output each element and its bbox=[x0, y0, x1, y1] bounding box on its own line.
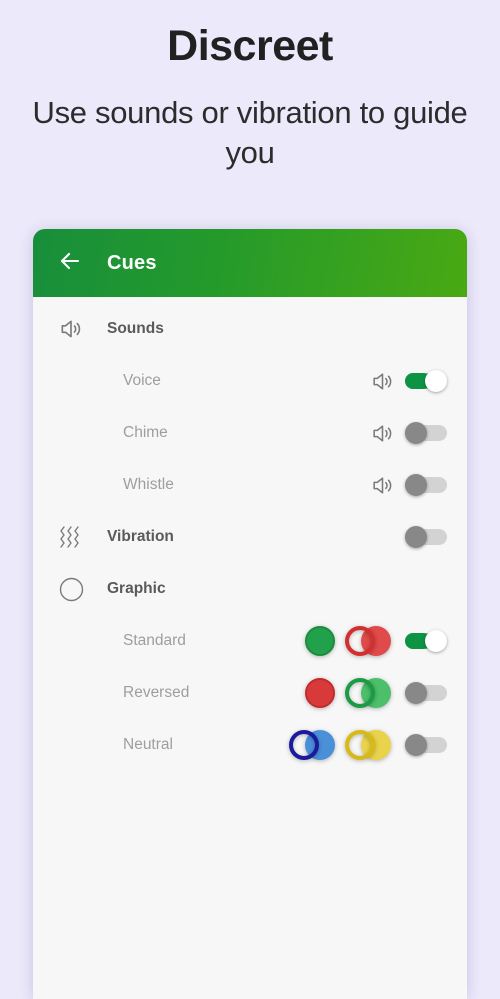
item-trailing-standard bbox=[305, 626, 467, 656]
toggle-thumb bbox=[425, 370, 447, 392]
item-trailing-reversed bbox=[305, 678, 467, 708]
promo-screenshot: Discreet Use sounds or vibration to guid… bbox=[0, 0, 500, 999]
vibration-waves-icon bbox=[51, 523, 91, 551]
item-label-chime: Chime bbox=[123, 424, 168, 441]
promo-title: Discreet bbox=[167, 22, 333, 70]
item-trailing-chime bbox=[359, 421, 467, 446]
section-label-graphic: Graphic bbox=[107, 580, 166, 597]
color-pucks-standard[interactable] bbox=[305, 626, 391, 656]
list-item-whistle[interactable]: Whistle bbox=[33, 459, 467, 511]
toggle-thumb bbox=[405, 682, 427, 704]
speaker-icon bbox=[51, 316, 91, 342]
puck-blue-ring-and-solid bbox=[289, 730, 335, 760]
puck-gold-ring-and-solid bbox=[345, 730, 391, 760]
list-item-standard[interactable]: Standard bbox=[33, 615, 467, 667]
circle-outline-icon bbox=[51, 576, 91, 603]
toggle-thumb bbox=[425, 630, 447, 652]
section-row-vibration[interactable]: Vibration bbox=[33, 511, 467, 563]
puck-red-solid bbox=[305, 678, 335, 708]
list-item-voice[interactable]: Voice bbox=[33, 355, 467, 407]
speaker-icon[interactable] bbox=[359, 421, 405, 446]
toggle-whistle[interactable] bbox=[405, 473, 447, 497]
section-row-graphic[interactable]: Graphic bbox=[33, 563, 467, 615]
list-item-neutral[interactable]: Neutral bbox=[33, 719, 467, 771]
toggle-thumb bbox=[405, 526, 427, 548]
puck-green-ring-and-solid bbox=[345, 678, 391, 708]
section-row-sounds[interactable]: Sounds bbox=[33, 303, 467, 355]
toggle-vibration[interactable] bbox=[405, 525, 447, 549]
toggle-voice[interactable] bbox=[405, 369, 447, 393]
item-label-standard: Standard bbox=[123, 632, 186, 649]
section-label-vibration: Vibration bbox=[107, 528, 174, 545]
arrow-left-icon bbox=[58, 249, 82, 278]
toggle-thumb bbox=[405, 422, 427, 444]
toggle-thumb bbox=[405, 734, 427, 756]
app-bar-title: Cues bbox=[107, 251, 157, 274]
item-label-neutral: Neutral bbox=[123, 736, 173, 753]
puck-green-solid bbox=[305, 626, 335, 656]
app-bar: Cues bbox=[33, 229, 467, 297]
speaker-icon[interactable] bbox=[359, 369, 405, 394]
promo-header: Discreet Use sounds or vibration to guid… bbox=[0, 0, 500, 173]
promo-subtitle: Use sounds or vibration to guide you bbox=[32, 95, 468, 171]
color-pucks-neutral[interactable] bbox=[289, 730, 391, 760]
toggle-reversed[interactable] bbox=[405, 681, 447, 705]
speaker-icon[interactable] bbox=[359, 473, 405, 498]
toggle-standard[interactable] bbox=[405, 629, 447, 653]
toggle-thumb bbox=[405, 474, 427, 496]
toggle-chime[interactable] bbox=[405, 421, 447, 445]
settings-list: Sounds Voice Chime Whistle Vibration Gra… bbox=[33, 297, 467, 771]
item-label-voice: Voice bbox=[123, 372, 161, 389]
item-label-whistle: Whistle bbox=[123, 476, 174, 493]
puck-red-ring-and-solid bbox=[345, 626, 391, 656]
item-trailing-voice bbox=[359, 369, 467, 394]
back-button[interactable] bbox=[53, 246, 87, 280]
item-trailing-whistle bbox=[359, 473, 467, 498]
section-trailing-vibration bbox=[405, 525, 467, 549]
color-pucks-reversed[interactable] bbox=[305, 678, 391, 708]
list-item-chime[interactable]: Chime bbox=[33, 407, 467, 459]
phone-screen-card: Cues Sounds Voice Chime Whistle Vibratio… bbox=[33, 229, 467, 999]
list-item-reversed[interactable]: Reversed bbox=[33, 667, 467, 719]
item-trailing-neutral bbox=[289, 730, 467, 760]
toggle-neutral[interactable] bbox=[405, 733, 447, 757]
section-label-sounds: Sounds bbox=[107, 320, 164, 337]
item-label-reversed: Reversed bbox=[123, 684, 190, 701]
